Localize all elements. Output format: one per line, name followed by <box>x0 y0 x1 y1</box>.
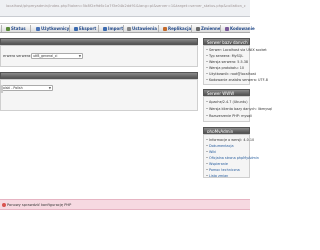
phpmyadmin-header: phpMyAdmin <box>203 127 250 134</box>
list-item: •Użytkownik: root@localhost <box>206 72 256 76</box>
list-item: •Wersja serwera: 5.5.38 <box>206 60 249 64</box>
list-item: •Apache/2.4.7 (Ubuntu) <box>206 100 248 104</box>
tab-settings[interactable]: Ustawienia <box>127 24 157 33</box>
web-server-panel: •Apache/2.4.7 (Ubuntu) •Wersja klienta b… <box>203 96 272 122</box>
tab-label: Użytkownicy <box>41 26 70 31</box>
database-server-header: Serwer bazy danych <box>203 38 250 45</box>
url-text: localhost/phpmyadmin/index.php?token=5b8… <box>6 4 246 8</box>
tab-label: Ustawienia <box>132 26 157 31</box>
contribute-link[interactable]: •Wspieranie <box>206 162 228 166</box>
status-icon <box>6 26 10 31</box>
database-server-panel: •Serwer: Localhost via UNIX socket •Typ … <box>203 45 268 85</box>
list-item: •Wersja protokołu: 10 <box>206 66 245 70</box>
language-value: olski - Polish <box>3 86 23 90</box>
browser-address-bar[interactable]: localhost/phpmyadmin/index.php?token=5b8… <box>0 0 250 17</box>
server-collation-select[interactable]: utf8_general_ci ▼ <box>31 53 83 59</box>
list-item: •Kodowanie znaków serwera: UTF-8 <box>206 78 268 82</box>
variables-icon <box>196 26 200 31</box>
support-link[interactable]: •Pomoc techniczna <box>206 168 240 172</box>
list-item: •Rozszerzenie PHP: mysqli <box>206 114 253 118</box>
tab-separator <box>123 25 124 32</box>
list-item: •Typ serwera: MySQL <box>206 54 244 58</box>
chevron-down-icon: ▼ <box>48 86 51 90</box>
list-item: •Serwer: Localhost via UNIX socket <box>206 48 267 52</box>
tab-separator <box>158 25 159 32</box>
tab-import[interactable]: Import <box>103 24 123 33</box>
export-icon <box>74 26 78 31</box>
tab-separator <box>98 25 99 32</box>
tab-export[interactable]: Eksport <box>74 24 96 33</box>
tab-separator <box>191 25 192 32</box>
tab-label: Eksport <box>79 26 97 31</box>
tab-separator <box>1 25 2 32</box>
general-settings-header <box>0 38 198 45</box>
appearance-settings-panel: olski - Polish ▼ <box>0 79 198 111</box>
documentation-link[interactable]: •Dokumentacja <box>206 144 234 148</box>
main-tab-bar: Status Użytkownicy Eksport Import Ustawi… <box>0 23 255 33</box>
list-item: •Informacje o wersji: 4.0.10 <box>206 138 255 142</box>
warning-icon <box>2 203 6 207</box>
users-icon <box>36 26 40 31</box>
warning-text: Ponowy sprawdzić konfigurację PHP <box>7 203 72 207</box>
php-config-warning: Ponowy sprawdzić konfigurację PHP <box>0 199 250 210</box>
collapse-handle[interactable] <box>0 85 3 93</box>
import-icon <box>103 26 107 31</box>
changelog-link[interactable]: •Lista zmian <box>206 174 228 178</box>
tab-replication[interactable]: Replikacja <box>163 24 191 33</box>
replication-icon <box>163 26 167 31</box>
tab-separator <box>220 25 221 32</box>
tab-label: Kodowanie <box>230 26 255 31</box>
general-settings-panel: erwera serwera: utf8_general_ci ▼ <box>0 45 198 67</box>
collation-value: utf8_general_ci <box>33 54 58 58</box>
homepage-link[interactable]: •Oficjalna strona phpMyAdmin <box>206 156 259 160</box>
chevron-down-icon: ▼ <box>78 54 81 58</box>
charsets-icon <box>225 26 229 31</box>
tab-label: Zmienne <box>201 26 221 31</box>
phpmyadmin-panel: •Informacje o wersji: 4.0.10 •Dokumentac… <box>203 134 259 178</box>
wiki-link[interactable]: •Wiki <box>206 150 216 154</box>
list-item: •Wersja klienta bazy danych: libmysql <box>206 107 272 111</box>
web-server-header: Serwer WWW <box>203 89 250 96</box>
server-collation-label: erwera serwera: <box>3 54 32 58</box>
tab-users[interactable]: Użytkownicy <box>36 24 69 33</box>
tab-label: Status <box>11 26 26 31</box>
tab-variables[interactable]: Zmienne <box>196 24 221 33</box>
appearance-settings-header <box>0 72 198 79</box>
tab-separator <box>30 25 31 32</box>
tab-separator <box>69 25 70 32</box>
tab-charsets[interactable]: Kodowanie <box>225 24 255 33</box>
settings-icon <box>127 26 131 31</box>
tab-status[interactable]: Status <box>6 24 26 33</box>
language-select[interactable]: olski - Polish ▼ <box>1 85 53 91</box>
tab-label: Import <box>108 26 124 31</box>
tab-label: Replikacja <box>168 26 192 31</box>
